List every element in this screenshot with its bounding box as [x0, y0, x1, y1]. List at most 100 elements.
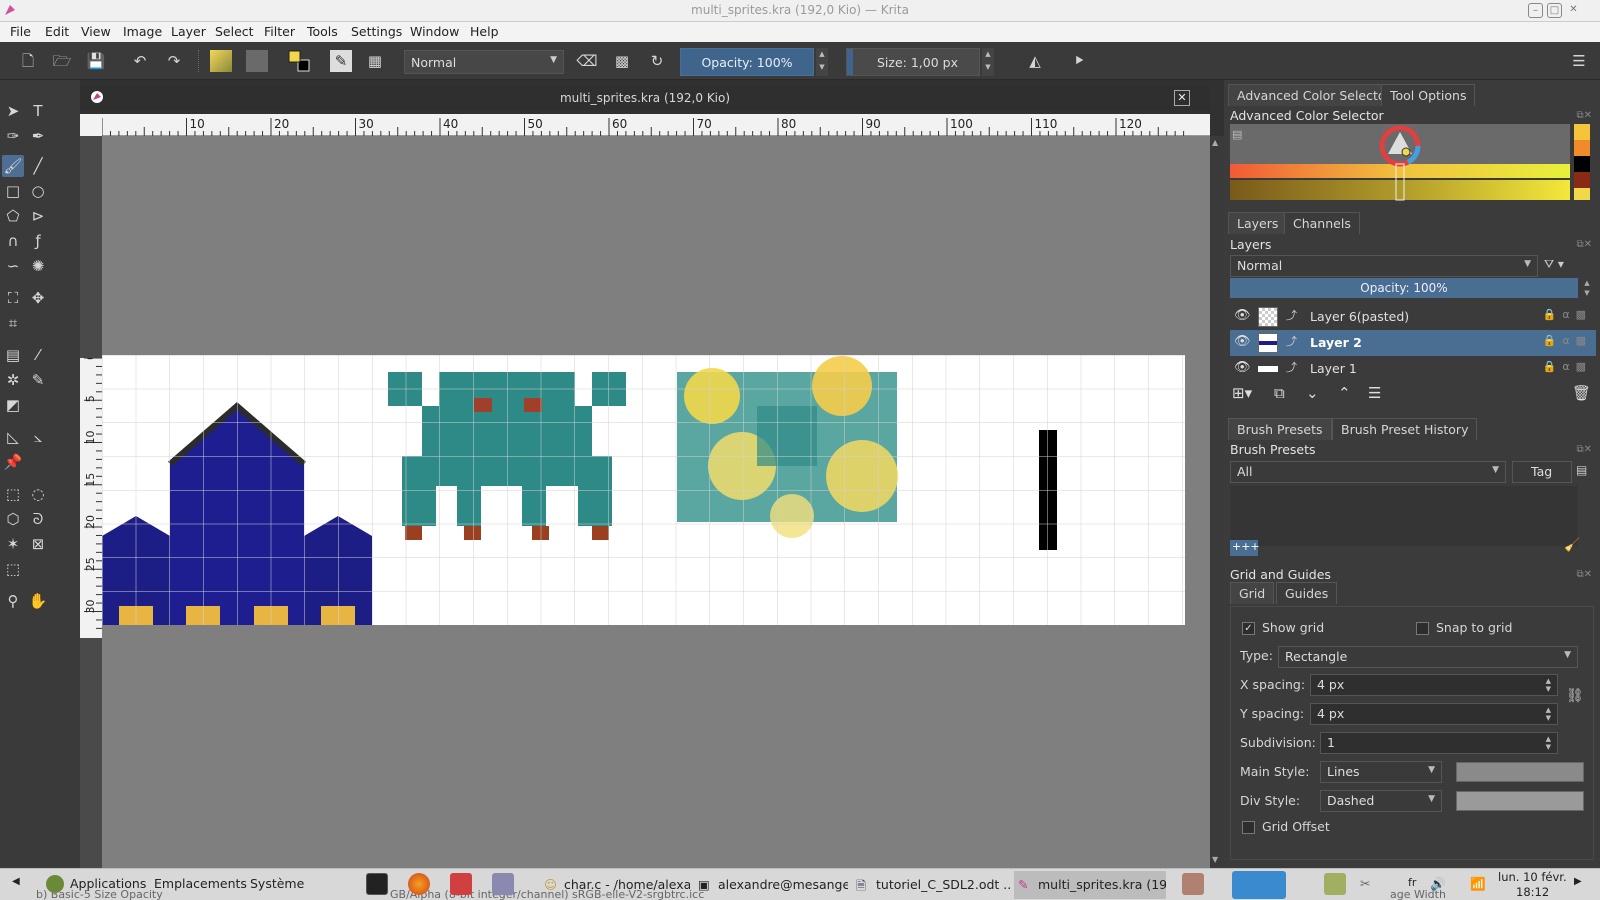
tab-tool-options[interactable]: Tool Options: [1381, 84, 1476, 106]
layer-blend-select[interactable]: Normal ▼: [1230, 255, 1538, 277]
taskbar-scroll-left-icon[interactable]: ◀: [12, 876, 20, 887]
workspace-2-icon[interactable]: [1232, 871, 1286, 899]
mirror-horizontal-icon[interactable]: ◭: [1024, 50, 1046, 72]
calligraphy-icon[interactable]: ✒: [27, 125, 49, 147]
gradient-tool-icon[interactable]: ▤: [2, 344, 24, 366]
menu-tools[interactable]: Tools: [307, 24, 338, 39]
spin-icon[interactable]: ▲ ▼: [1546, 677, 1551, 693]
brush-preset-icon[interactable]: ✎: [330, 50, 352, 72]
gradient-selector-icon[interactable]: [210, 50, 232, 72]
select-shapes-icon[interactable]: ➤: [2, 100, 24, 122]
magic-wand-icon[interactable]: ✶: [2, 533, 24, 555]
text-tool-icon[interactable]: T: [27, 100, 49, 122]
main-color-swatch[interactable]: [1456, 762, 1584, 782]
crop-tool-icon[interactable]: ⌗: [2, 312, 24, 334]
ellipse-select-icon[interactable]: ◌: [27, 483, 49, 505]
size-slider[interactable]: Size: 1,00 px: [846, 48, 980, 76]
canvas-area[interactable]: [102, 136, 1210, 868]
assistant-tool-icon[interactable]: ⦣: [27, 426, 49, 448]
workspace-1-icon[interactable]: [1182, 873, 1204, 895]
rect-select-icon[interactable]: ⬚: [2, 483, 24, 505]
docker-float-close-icon[interactable]: ⧉✕: [1576, 239, 1592, 250]
docker-float-close-icon[interactable]: ⧉✕: [1576, 569, 1592, 580]
menu-layer[interactable]: Layer: [171, 24, 206, 39]
pattern-selector-icon[interactable]: [246, 50, 268, 72]
maximize-icon[interactable]: □: [1547, 3, 1562, 18]
brush-clean-icon[interactable]: 🧹: [1564, 538, 1580, 553]
brush-filter-select[interactable]: All ▼: [1230, 461, 1506, 483]
document-tab[interactable]: multi_sprites.kra (192,0 Kio) ✕: [80, 86, 1210, 110]
brush-tag-button[interactable]: Tag: [1512, 461, 1572, 483]
taskbar-window-odt[interactable]: 🗎 tutoriel_C_SDL2.odt ...: [852, 871, 1010, 899]
taskbar-scroll-right-icon[interactable]: ▶: [1574, 876, 1582, 887]
layer-row[interactable]: 👁 ⤴ Layer 2 🔒α▩: [1230, 330, 1596, 356]
open-document-icon[interactable]: 🗁: [51, 50, 73, 72]
save-icon[interactable]: 💾: [85, 50, 107, 72]
tab-brush-preset-history[interactable]: Brush Preset History: [1332, 418, 1478, 440]
menu-emplacements[interactable]: Emplacements: [154, 876, 247, 891]
polyline-tool-icon[interactable]: ⊳: [27, 205, 49, 227]
div-color-swatch[interactable]: [1456, 791, 1584, 811]
brush-search-input[interactable]: +++: [1230, 540, 1260, 556]
clock-date[interactable]: lun. 10 févr.: [1498, 870, 1567, 884]
close-icon[interactable]: ✕: [1566, 3, 1581, 18]
visibility-eye-icon[interactable]: 👁: [1234, 360, 1251, 376]
undo-icon[interactable]: ↶: [129, 50, 151, 72]
dynamic-brush-icon[interactable]: ∽: [2, 255, 24, 277]
show-grid-checkbox[interactable]: ✓: [1242, 622, 1255, 635]
dock-menu-icon[interactable]: ☰: [1568, 50, 1590, 72]
eraser-icon[interactable]: ⌫: [576, 50, 598, 72]
redo-icon[interactable]: ↷: [163, 50, 185, 72]
volume-icon[interactable]: 🔊: [1430, 876, 1446, 892]
layer-properties-icon[interactable]: ☰: [1368, 384, 1381, 402]
line-tool-icon[interactable]: ╱: [27, 155, 49, 177]
multibrush-icon[interactable]: ✺: [27, 255, 49, 277]
menu-systeme[interactable]: Système: [250, 876, 304, 891]
delete-layer-icon[interactable]: 🗑: [1572, 384, 1591, 402]
size-spin-icon[interactable]: ▲ ▼: [982, 48, 994, 76]
layer-row[interactable]: 👁 ⤴ Layer 6(pasted) 🔒α▩: [1230, 304, 1596, 330]
color-selector-widget[interactable]: [1230, 124, 1592, 204]
menu-filter[interactable]: Filter: [264, 24, 295, 39]
fill-tool-icon[interactable]: ◩: [2, 394, 24, 416]
menu-window[interactable]: Window: [410, 24, 459, 39]
brush-view-icon[interactable]: ▤: [1576, 463, 1587, 477]
tab-grid[interactable]: Grid: [1230, 582, 1275, 604]
color-settings-icon[interactable]: ▤: [1232, 128, 1242, 141]
spin-icon[interactable]: ▲ ▼: [1546, 706, 1551, 722]
clock-time[interactable]: 18:12: [1516, 885, 1549, 899]
layer-opacity-spin-icon[interactable]: ▲ ▼: [1580, 278, 1594, 298]
docker-float-close-icon[interactable]: ⧉✕: [1576, 444, 1592, 455]
keyboard-layout[interactable]: fr: [1408, 876, 1416, 889]
fg-bg-color-icon[interactable]: [288, 50, 310, 72]
zoom-tool-icon[interactable]: ⚲: [2, 590, 24, 612]
freehand-brush-icon[interactable]: 🖌: [2, 155, 24, 177]
freehand-path-icon[interactable]: ƒ: [27, 230, 49, 252]
gimp-icon[interactable]: [450, 873, 472, 895]
menu-edit[interactable]: Edit: [45, 24, 69, 39]
tab-guides[interactable]: Guides: [1276, 582, 1338, 604]
measure-tool-icon[interactable]: ◺: [2, 426, 24, 448]
reload-preset-icon[interactable]: ↻: [646, 50, 668, 72]
minimize-icon[interactable]: –: [1528, 3, 1543, 18]
taskbar-window-char-c[interactable]: ☺ char.c - /home/alexa...: [540, 871, 690, 899]
ellipse-tool-icon[interactable]: ○: [27, 180, 49, 202]
sprite-canvas[interactable]: [102, 136, 1210, 868]
smart-patch-icon[interactable]: ✲: [2, 369, 24, 391]
visibility-eye-icon[interactable]: 👁: [1234, 308, 1251, 324]
firefox-icon[interactable]: [408, 873, 430, 895]
scroll-down-icon[interactable]: ▼: [1212, 855, 1218, 864]
bezier-select-icon[interactable]: ⬚: [2, 558, 24, 580]
similar-select-icon[interactable]: ⊠: [27, 533, 49, 555]
menu-select[interactable]: Select: [215, 24, 254, 39]
menu-image[interactable]: Image: [123, 24, 162, 39]
edit-shapes-icon[interactable]: ✑: [2, 125, 24, 147]
tab-brush-presets[interactable]: Brush Presets: [1228, 418, 1332, 440]
new-document-icon[interactable]: 🗋: [17, 50, 39, 72]
close-document-icon[interactable]: ✕: [1174, 90, 1190, 106]
duplicate-layer-icon[interactable]: ⧉: [1274, 384, 1285, 402]
transform-tool-icon[interactable]: ⛶: [2, 287, 24, 309]
move-layer-down-icon[interactable]: ⌄: [1306, 384, 1319, 402]
horizontal-ruler[interactable]: 10 20 30 40 50 60 70 80 90 100 110 120: [101, 114, 1210, 136]
visibility-eye-icon[interactable]: 👁: [1234, 334, 1251, 350]
